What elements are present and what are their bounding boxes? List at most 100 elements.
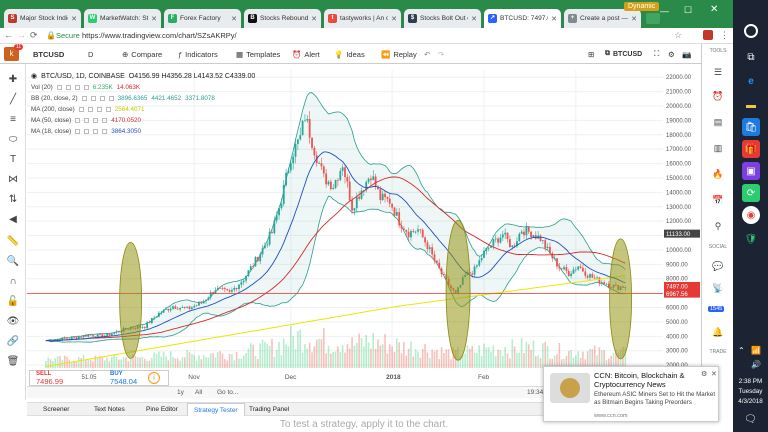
new-tab-button[interactable] [646, 13, 660, 24]
watchlist-icon[interactable]: ☰ [708, 64, 728, 80]
range-1y[interactable]: 1y [177, 389, 184, 396]
magnet-icon[interactable]: ∩ [4, 272, 22, 290]
settings-box-icon[interactable] [108, 96, 114, 101]
cortana-icon[interactable] [744, 24, 758, 38]
close-window-icon[interactable]: ✕ [710, 4, 718, 15]
browser-tab[interactable]: S Major Stock Indic ✕ [4, 9, 81, 28]
hotlist-icon[interactable]: ▥ [708, 140, 728, 156]
pattern-icon[interactable]: ⋈ [4, 170, 22, 188]
settings-box-icon[interactable] [75, 118, 81, 123]
price-chart[interactable]: 2000.003000.004000.005000.006000.007000.… [27, 64, 700, 386]
store-icon[interactable]: 🛍 [742, 118, 760, 136]
streams-icon[interactable]: 📡 [708, 280, 728, 296]
fib-icon[interactable]: ≡ [4, 110, 22, 128]
close-icon[interactable]: ✕ [711, 370, 717, 378]
reload-icon[interactable]: ⟳ [30, 30, 38, 41]
data-window-icon[interactable]: ▤ [708, 114, 728, 130]
tab-pine-editor[interactable]: Pine Editor [146, 406, 178, 413]
replay-button[interactable]: ⏪ Replay [381, 47, 417, 61]
info-icon[interactable]: i [148, 372, 160, 384]
settings-box-icon[interactable] [105, 107, 111, 112]
right-symbol-button[interactable]: ⧉ BTCUSD [605, 47, 642, 61]
browser-tab[interactable]: + Create a post — ✕ [564, 9, 641, 28]
gift-app-icon[interactable]: 🎁 [742, 140, 760, 158]
idea-stream-icon[interactable]: ⚲ [708, 218, 728, 234]
file-explorer-icon[interactable]: ▬ [742, 96, 760, 114]
notifications-icon[interactable]: 🔔 [708, 324, 728, 340]
settings-box-icon[interactable] [102, 129, 108, 134]
range-all[interactable]: All [195, 389, 202, 396]
browser-tab[interactable]: B Stocks Rebound ✕ [244, 9, 321, 28]
settings-box-icon[interactable] [74, 85, 80, 90]
close-tab-icon[interactable]: ✕ [311, 15, 317, 23]
close-tab-icon[interactable]: ✕ [471, 15, 477, 23]
eye-icon[interactable]: 👁 [4, 312, 22, 330]
layout-icon[interactable]: ⊞ [588, 47, 594, 61]
settings-box-icon[interactable] [78, 107, 84, 112]
tab-screener[interactable]: Screener [43, 406, 69, 413]
menu-icon[interactable]: ⋮ [720, 30, 729, 41]
shapes-icon[interactable]: ⬭ [4, 130, 22, 148]
settings-box-icon[interactable] [93, 129, 99, 134]
alerts-clock-icon[interactable]: ⏰ [708, 88, 728, 104]
settings-box-icon[interactable] [81, 96, 87, 101]
legend-ma50[interactable]: MA (50, close) 4170.0520 [31, 117, 141, 124]
chat-icon[interactable]: 💬 [708, 258, 728, 274]
legend-ma200[interactable]: MA (200, close) 2564.4071 [31, 106, 145, 113]
camera-icon[interactable]: 📷 [682, 47, 691, 61]
tray-arrow-icon[interactable]: ⌃ [738, 346, 745, 355]
settings-box-icon[interactable] [83, 85, 89, 90]
templates-button[interactable]: ▦ Templates [236, 47, 280, 61]
eye-toggle-icon[interactable]: ◉ [31, 72, 37, 80]
tab-trading-panel[interactable]: Trading Panel [249, 406, 289, 413]
symbol-search[interactable]: BTCUSD [33, 47, 64, 61]
close-tab-icon[interactable]: ✕ [551, 15, 557, 23]
zoom-icon[interactable]: 🔍 [4, 252, 22, 270]
task-view-icon[interactable]: ⧉ [742, 48, 760, 66]
tab-strategy-tester[interactable]: Strategy Tester [187, 403, 245, 416]
trend-line-icon[interactable]: ╱ [4, 90, 22, 108]
browser-tab[interactable]: W MarketWatch: Sto ✕ [84, 9, 161, 28]
calendar-icon[interactable]: 📅 [708, 192, 728, 208]
trash-icon[interactable]: 🗑 [4, 352, 22, 370]
edge-icon[interactable]: e [742, 72, 760, 90]
minimize-icon[interactable]: — [660, 6, 669, 16]
sell-button[interactable]: SELL 7496.99 [30, 371, 74, 385]
url-field[interactable]: https://www.tradingview.com/chart/SZsAKR… [82, 31, 237, 40]
back-arrow-icon[interactable]: ◀ [4, 210, 22, 228]
profile-badge[interactable]: Dynamic [624, 2, 660, 11]
settings-box-icon[interactable] [102, 118, 108, 123]
text-icon[interactable]: T [4, 150, 22, 168]
legend-vol[interactable]: Vol (20) 6.235K 14.063K [31, 84, 140, 91]
extension-icon[interactable] [703, 30, 713, 40]
chrome-icon[interactable]: ◉ [742, 206, 760, 224]
maximize-icon[interactable]: ☐ [684, 5, 692, 16]
settings-box-icon[interactable] [65, 85, 71, 90]
ideas-button[interactable]: 💡 Ideas [334, 47, 365, 61]
browser-tab[interactable]: t tastyworks | An o ✕ [324, 9, 401, 28]
link-icon[interactable]: 🔗 [4, 332, 22, 350]
network-icon[interactable]: 📶 [751, 346, 761, 355]
fullscreen-icon[interactable]: ⛶ [654, 47, 659, 61]
settings-box-icon[interactable] [75, 129, 81, 134]
alert-button[interactable]: ⏰ Alert [292, 47, 320, 61]
gear-icon[interactable]: ⚙ [668, 47, 675, 61]
prediction-icon[interactable]: ⇅ [4, 190, 22, 208]
settings-box-icon[interactable] [90, 96, 96, 101]
legend-bb[interactable]: BB (20, close, 2) 3896.6365 4421.4652 33… [31, 95, 215, 102]
close-tab-icon[interactable]: ✕ [71, 15, 77, 23]
gear-icon[interactable]: ⚙ [701, 370, 707, 378]
news-notification[interactable]: CCN: Bitcoin, Blockchain & Cryptocurrenc… [543, 366, 719, 422]
settings-box-icon[interactable] [99, 96, 105, 101]
shield-icon[interactable]: 🛡 [742, 230, 760, 248]
browser-tab[interactable]: ↗BTCUSD: 7497.00✕ [484, 9, 561, 28]
settings-box-icon[interactable] [93, 118, 99, 123]
app-green-icon[interactable]: ⟳ [742, 184, 760, 202]
buy-button[interactable]: BUY 7548.04 [104, 371, 148, 385]
goto-date[interactable]: Go to... [217, 389, 238, 396]
close-tab-icon[interactable]: ✕ [151, 15, 157, 23]
settings-box-icon[interactable] [96, 107, 102, 112]
lock-drawing-icon[interactable]: 🔓 [4, 292, 22, 310]
twitch-icon[interactable]: ▣ [742, 162, 760, 180]
undo-button[interactable]: ↶ [424, 47, 430, 61]
